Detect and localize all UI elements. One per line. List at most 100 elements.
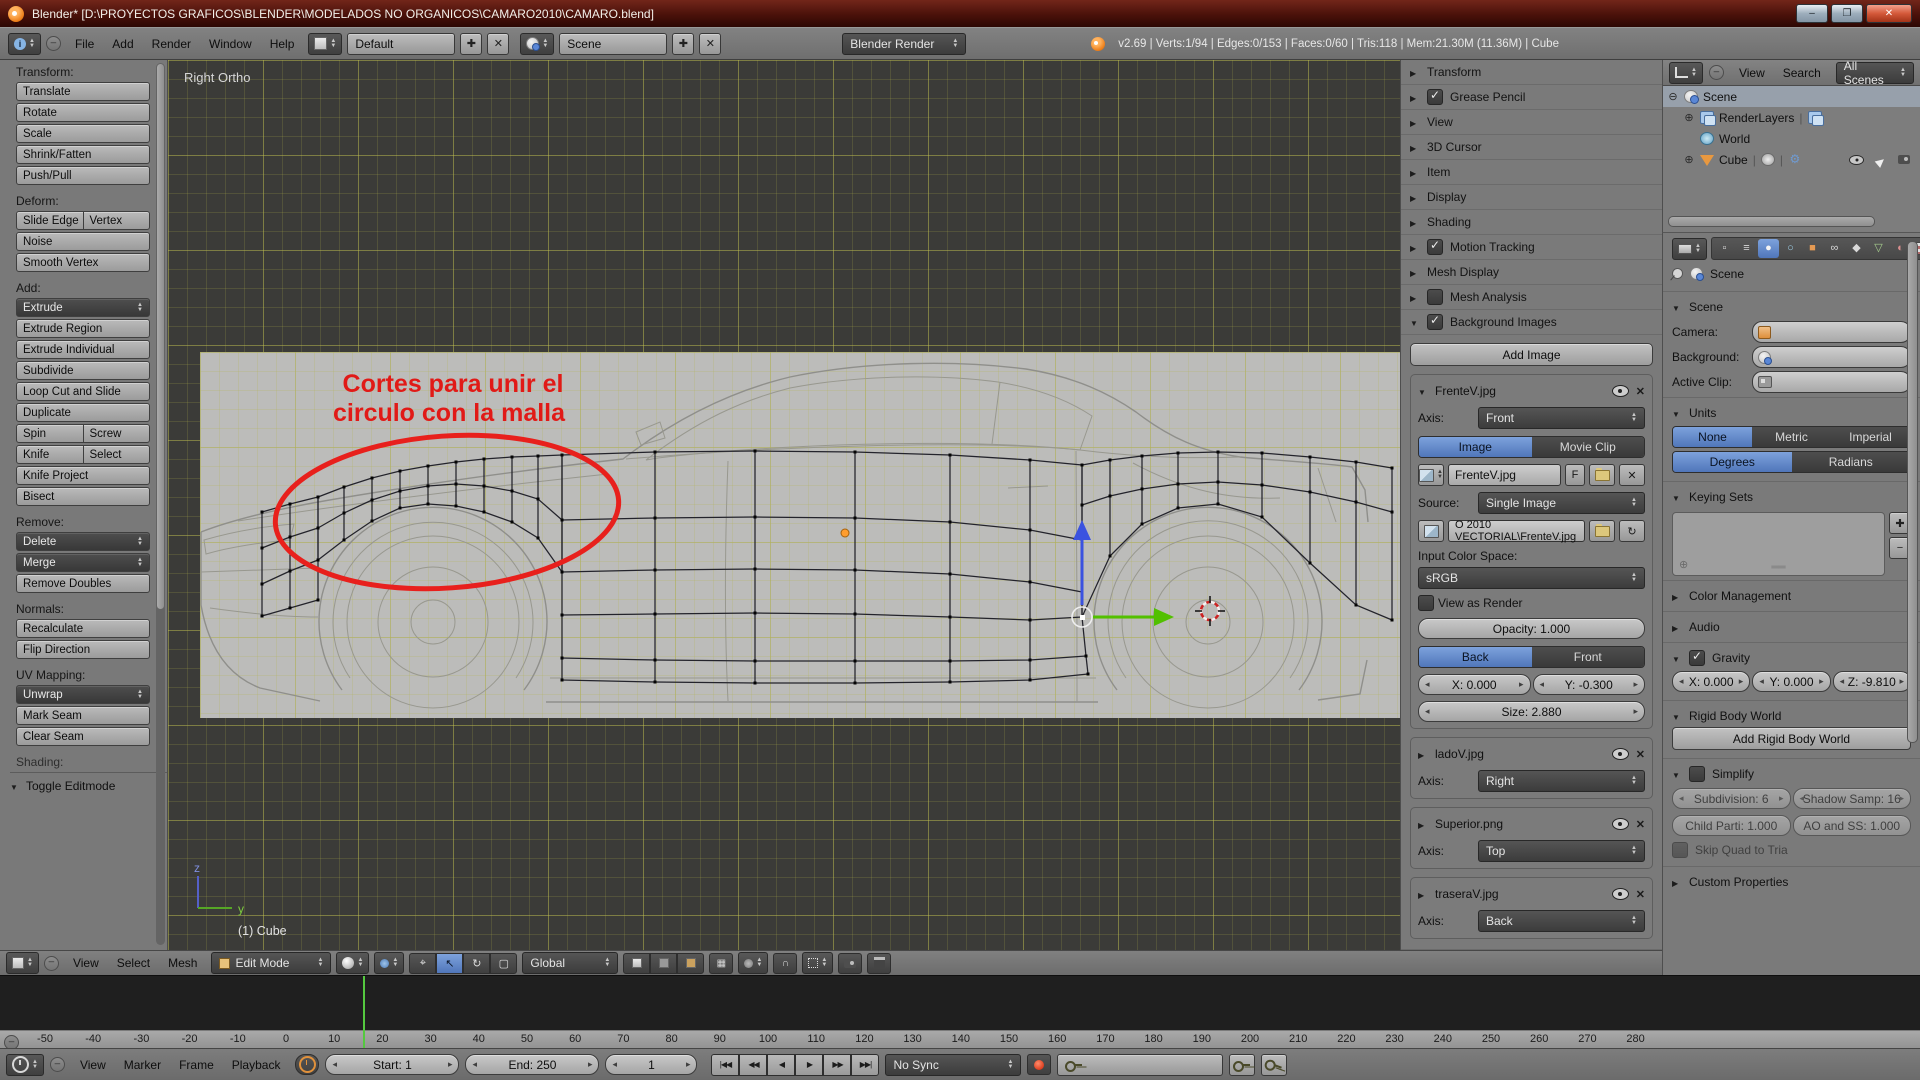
- offset-y-field[interactable]: Y: -0.300: [1533, 674, 1646, 695]
- units-imperial-toggle[interactable]: Imperial: [1831, 427, 1910, 447]
- face-select-button[interactable]: [677, 953, 704, 974]
- color-space-dropdown[interactable]: sRGB: [1418, 567, 1645, 589]
- camera-icon[interactable]: [1898, 155, 1910, 164]
- properties-tab-render[interactable]: ▫: [1714, 239, 1735, 258]
- gravity-x-field[interactable]: X: 0.000: [1672, 671, 1750, 692]
- checkbox-motion-tracking[interactable]: [1427, 239, 1443, 255]
- properties-tab-world[interactable]: ○: [1780, 239, 1801, 258]
- z-axis-arrowhead-icon[interactable]: [1073, 520, 1091, 540]
- opacity-slider[interactable]: Opacity: 1.000: [1418, 618, 1645, 639]
- scale-button[interactable]: Scale: [16, 124, 150, 143]
- checkbox-background-images[interactable]: [1427, 314, 1443, 330]
- opengl-render-animation-button[interactable]: [867, 953, 891, 974]
- previous-keyframe-button[interactable]: ◀◀: [739, 1054, 767, 1076]
- add-rigid-body-world-button[interactable]: Add Rigid Body World: [1672, 727, 1911, 750]
- resize-handle-icon[interactable]: ══: [1771, 562, 1785, 573]
- jump-to-end-button[interactable]: ▶▶|: [851, 1054, 879, 1076]
- push-pull-button[interactable]: Push/Pull: [16, 166, 150, 185]
- next-keyframe-button[interactable]: ▶▶: [823, 1054, 851, 1076]
- gravity-z-field[interactable]: Z: -9.810: [1833, 671, 1911, 692]
- timeline-track-area[interactable]: [0, 975, 1920, 1031]
- start-frame-field[interactable]: Start: 1: [325, 1054, 459, 1075]
- add-scene-button[interactable]: ✚: [672, 33, 694, 55]
- menu-select[interactable]: Select: [108, 953, 159, 973]
- panel-header-custom-properties[interactable]: Custom Properties: [1672, 871, 1911, 893]
- child-particles-field[interactable]: Child Parti: 1.000: [1672, 815, 1791, 836]
- collapse-menus-icon[interactable]: [50, 1057, 65, 1072]
- ao-ss-field[interactable]: AO and SS: 1.000: [1793, 815, 1912, 836]
- editor-type-selector[interactable]: [6, 1054, 44, 1076]
- panel-header-gravity[interactable]: Gravity: [1672, 647, 1911, 669]
- expand-arrow-icon[interactable]: [1418, 817, 1428, 831]
- background-field[interactable]: [1752, 346, 1911, 368]
- placement-back-toggle[interactable]: Back: [1419, 647, 1532, 667]
- properties-scrollbar[interactable]: [1907, 241, 1918, 743]
- play-button[interactable]: ▶: [795, 1054, 823, 1076]
- keying-sets-list[interactable]: ⊕ ══: [1672, 512, 1885, 576]
- menu-window[interactable]: Window: [200, 34, 261, 54]
- play-reverse-button[interactable]: ◀: [767, 1054, 795, 1076]
- merge-button[interactable]: Merge: [16, 553, 150, 572]
- checkbox-mesh-analysis[interactable]: [1427, 289, 1443, 305]
- pin-icon[interactable]: [1670, 266, 1685, 281]
- manipulator-axis-icon[interactable]: ⌖: [409, 953, 436, 974]
- eye-icon[interactable]: [1612, 748, 1629, 760]
- simplify-checkbox[interactable]: [1689, 766, 1705, 782]
- opengl-render-button[interactable]: [838, 953, 862, 974]
- fake-user-button[interactable]: F: [1565, 464, 1585, 486]
- outliner-item-cube[interactable]: ⊕Cube||: [1663, 149, 1920, 170]
- editor-type-selector[interactable]: [1669, 62, 1703, 84]
- rotate-manipulator-button[interactable]: ↻: [463, 953, 490, 974]
- image-datablock-name-field[interactable]: FrenteV.jpg: [1448, 464, 1561, 486]
- viewport-shading-dropdown[interactable]: [336, 952, 369, 974]
- extrude-region-button[interactable]: Extrude Region: [16, 319, 150, 338]
- use-preview-range-button[interactable]: [295, 1054, 319, 1075]
- proportional-edit-dropdown[interactable]: [738, 952, 768, 974]
- properties-tab-constraints[interactable]: ∞: [1824, 239, 1845, 258]
- auto-keyframe-record-button[interactable]: [1027, 1054, 1051, 1075]
- delete-scene-button[interactable]: ✕: [699, 33, 721, 55]
- recalculate-button[interactable]: Recalculate: [16, 619, 150, 638]
- delete-button[interactable]: Delete: [16, 532, 150, 551]
- properties-tab-scene[interactable]: ●: [1758, 239, 1779, 258]
- properties-tab-object[interactable]: ■: [1802, 239, 1823, 258]
- open-image-button[interactable]: [1589, 464, 1615, 486]
- screen-layout-icon-button[interactable]: [308, 33, 342, 55]
- expand-icon[interactable]: ⊕: [1683, 111, 1695, 124]
- slide-edge-button[interactable]: Slide Edge: [16, 211, 84, 230]
- movie-clip-tab[interactable]: Movie Clip: [1532, 437, 1645, 457]
- image-path-field[interactable]: O 2010 VECTORIAL\FrenteV.jpg: [1448, 520, 1585, 542]
- playhead[interactable]: [363, 976, 365, 1048]
- duplicate-button[interactable]: Duplicate: [16, 403, 150, 422]
- noise-button[interactable]: Noise: [16, 232, 150, 251]
- offset-x-field[interactable]: X: 0.000: [1418, 674, 1531, 695]
- view-as-render-checkbox[interactable]: [1418, 595, 1434, 611]
- rotate-button[interactable]: Rotate: [16, 103, 150, 122]
- outliner-scrollbar[interactable]: [1668, 216, 1875, 227]
- units-metric-toggle[interactable]: Metric: [1752, 427, 1831, 447]
- gravity-y-field[interactable]: Y: 0.000: [1752, 671, 1830, 692]
- menu-add[interactable]: Add: [103, 34, 142, 54]
- vertex-button[interactable]: Vertex: [83, 211, 151, 230]
- menu-view[interactable]: View: [1730, 63, 1774, 83]
- panel-header-units[interactable]: Units: [1672, 402, 1911, 424]
- bisect-button[interactable]: Bisect: [16, 487, 150, 506]
- menu-file[interactable]: File: [66, 34, 103, 54]
- selected-vertex[interactable]: [1080, 615, 1085, 620]
- unlink-image-button[interactable]: ✕: [1619, 464, 1645, 486]
- close-icon[interactable]: ✕: [1636, 888, 1645, 901]
- outliner-item-scene[interactable]: ⊖Scene: [1663, 86, 1920, 107]
- translate-button[interactable]: Translate: [16, 82, 150, 101]
- current-frame-field[interactable]: 1: [605, 1054, 697, 1075]
- eye-icon[interactable]: [1612, 385, 1629, 397]
- operator-panel-header[interactable]: Toggle Editmode: [10, 772, 167, 793]
- panel-header-rigid-body-world[interactable]: Rigid Body World: [1672, 705, 1911, 727]
- panel-header-color-management[interactable]: Color Management: [1672, 585, 1911, 607]
- extrude-individual-button[interactable]: Extrude Individual: [16, 340, 150, 359]
- collapse-menus-icon[interactable]: [1709, 65, 1724, 80]
- unwrap-button[interactable]: Unwrap: [16, 685, 150, 704]
- properties-tab-render-layers[interactable]: ≡: [1736, 239, 1757, 258]
- display-filter-dropdown[interactable]: All Scenes: [1836, 62, 1914, 84]
- menu-search[interactable]: Search: [1774, 63, 1830, 83]
- menu-playback[interactable]: Playback: [223, 1055, 290, 1075]
